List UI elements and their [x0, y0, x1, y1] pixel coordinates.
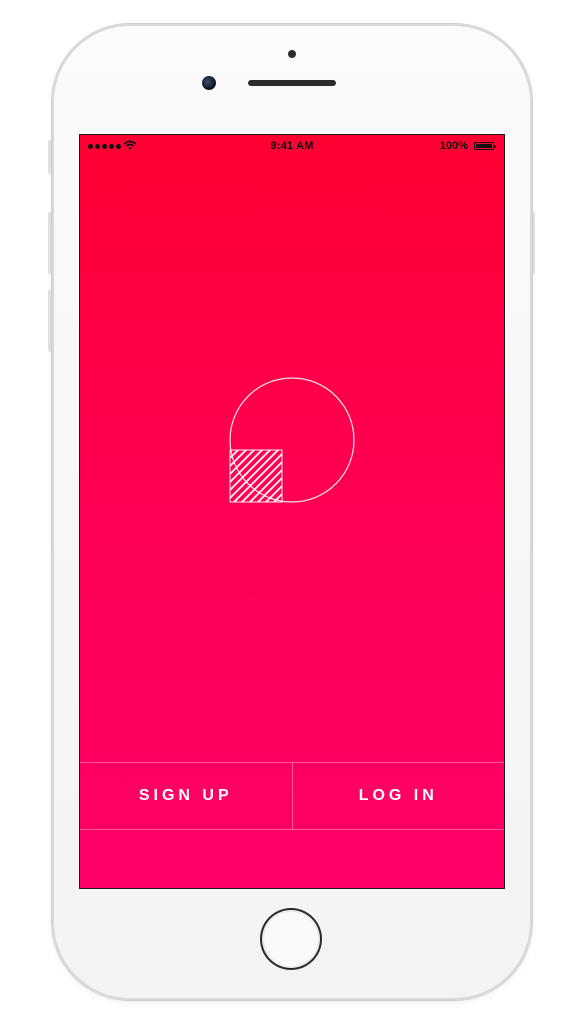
battery-percent: 100% — [439, 140, 468, 152]
log-in-button[interactable]: LOG IN — [291, 763, 505, 829]
front-camera-icon — [202, 76, 216, 90]
home-button[interactable] — [260, 908, 322, 970]
battery-icon — [474, 142, 496, 150]
auth-actions: SIGN UP LOG IN — [80, 762, 504, 830]
earpiece-speaker — [248, 80, 336, 86]
app-logo — [229, 377, 355, 503]
front-sensor — [288, 50, 296, 58]
app-screen: 9:41 AM 100% SIGN UP LOG IN — [79, 134, 505, 889]
status-bar: 9:41 AM 100% — [80, 135, 504, 157]
sign-up-button[interactable]: SIGN UP — [80, 763, 292, 829]
device-stage: 9:41 AM 100% SIGN UP LOG IN — [0, 0, 584, 1024]
